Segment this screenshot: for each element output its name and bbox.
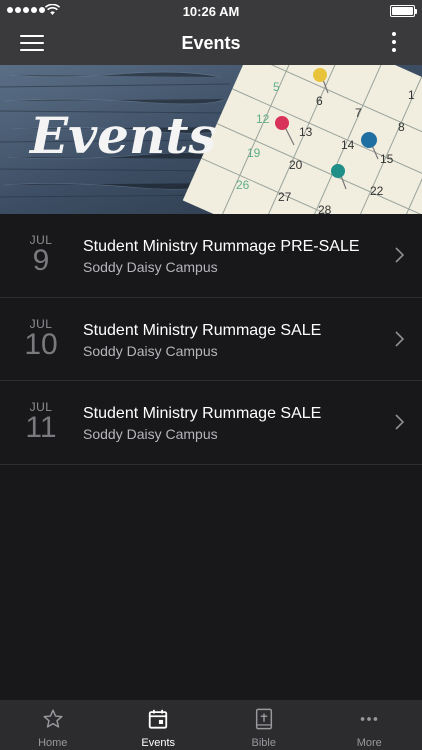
event-title: Student Ministry Rummage PRE-SALE <box>83 238 360 255</box>
tab-label: Home <box>38 737 68 749</box>
chevron-right-icon <box>395 330 404 347</box>
svg-text:22: 22 <box>370 184 384 198</box>
svg-text:15: 15 <box>380 152 394 166</box>
tab-bible[interactable]: Bible <box>211 700 317 750</box>
svg-text:8: 8 <box>398 120 405 134</box>
tab-label: Bible <box>251 737 276 749</box>
tab-home[interactable]: Home <box>0 700 106 750</box>
svg-text:19: 19 <box>247 146 261 160</box>
navigation-bar: Events <box>0 22 422 65</box>
event-day: 11 <box>25 411 57 444</box>
event-title: Student Ministry Rummage SALE <box>83 321 322 339</box>
svg-text:27: 27 <box>278 190 292 204</box>
battery-icon <box>390 5 417 17</box>
svg-text:6: 6 <box>316 94 323 108</box>
event-list: JUL 9 Student Ministry Rummage PRE-SALE … <box>0 214 422 465</box>
event-row[interactable]: JUL 9 Student Ministry Rummage PRE-SALE … <box>0 214 422 298</box>
svg-text:5: 5 <box>273 80 280 94</box>
status-time: 10:26 AM <box>182 4 240 19</box>
event-location: Soddy Daisy Campus <box>83 259 218 275</box>
tab-label: More <box>356 737 382 749</box>
svg-text:1: 1 <box>408 88 415 102</box>
event-row[interactable]: JUL 10 Student Ministry Rummage SALE Sod… <box>0 298 422 381</box>
svg-text:13: 13 <box>299 125 313 139</box>
svg-text:28: 28 <box>318 203 332 214</box>
svg-text:14: 14 <box>341 138 355 152</box>
event-row[interactable]: JUL 11 Student Ministry Rummage SALE Sod… <box>0 381 422 465</box>
svg-text:26: 26 <box>236 178 250 192</box>
tab-label: Events <box>141 737 176 749</box>
chevron-right-icon <box>395 247 404 263</box>
status-bar: 10:26 AM <box>0 0 422 22</box>
event-day: 9 <box>32 244 50 277</box>
chevron-right-icon <box>395 414 404 430</box>
bible-icon <box>255 708 272 730</box>
page-title: Events <box>181 33 241 53</box>
svg-text:12: 12 <box>256 112 270 126</box>
calendar-icon <box>149 709 168 729</box>
svg-text:7: 7 <box>355 106 362 120</box>
tab-more[interactable]: More <box>317 700 422 750</box>
event-location: Soddy Daisy Campus <box>83 426 218 442</box>
events-banner-image: 5 6 7 1 12 13 14 8 19 20 15 26 27 28 22 <box>0 65 422 214</box>
overflow-menu-icon[interactable] <box>390 32 398 56</box>
tab-bar: Home Events Bible More <box>0 700 422 750</box>
event-day: 10 <box>24 327 58 361</box>
ellipsis-icon <box>361 717 378 721</box>
banner-title: Events <box>28 106 217 165</box>
event-location: Soddy Daisy Campus <box>83 342 218 359</box>
event-title: Student Ministry Rummage SALE <box>83 405 322 422</box>
svg-text:20: 20 <box>289 158 303 172</box>
star-icon <box>43 709 63 728</box>
tab-events[interactable]: Events <box>106 700 212 750</box>
